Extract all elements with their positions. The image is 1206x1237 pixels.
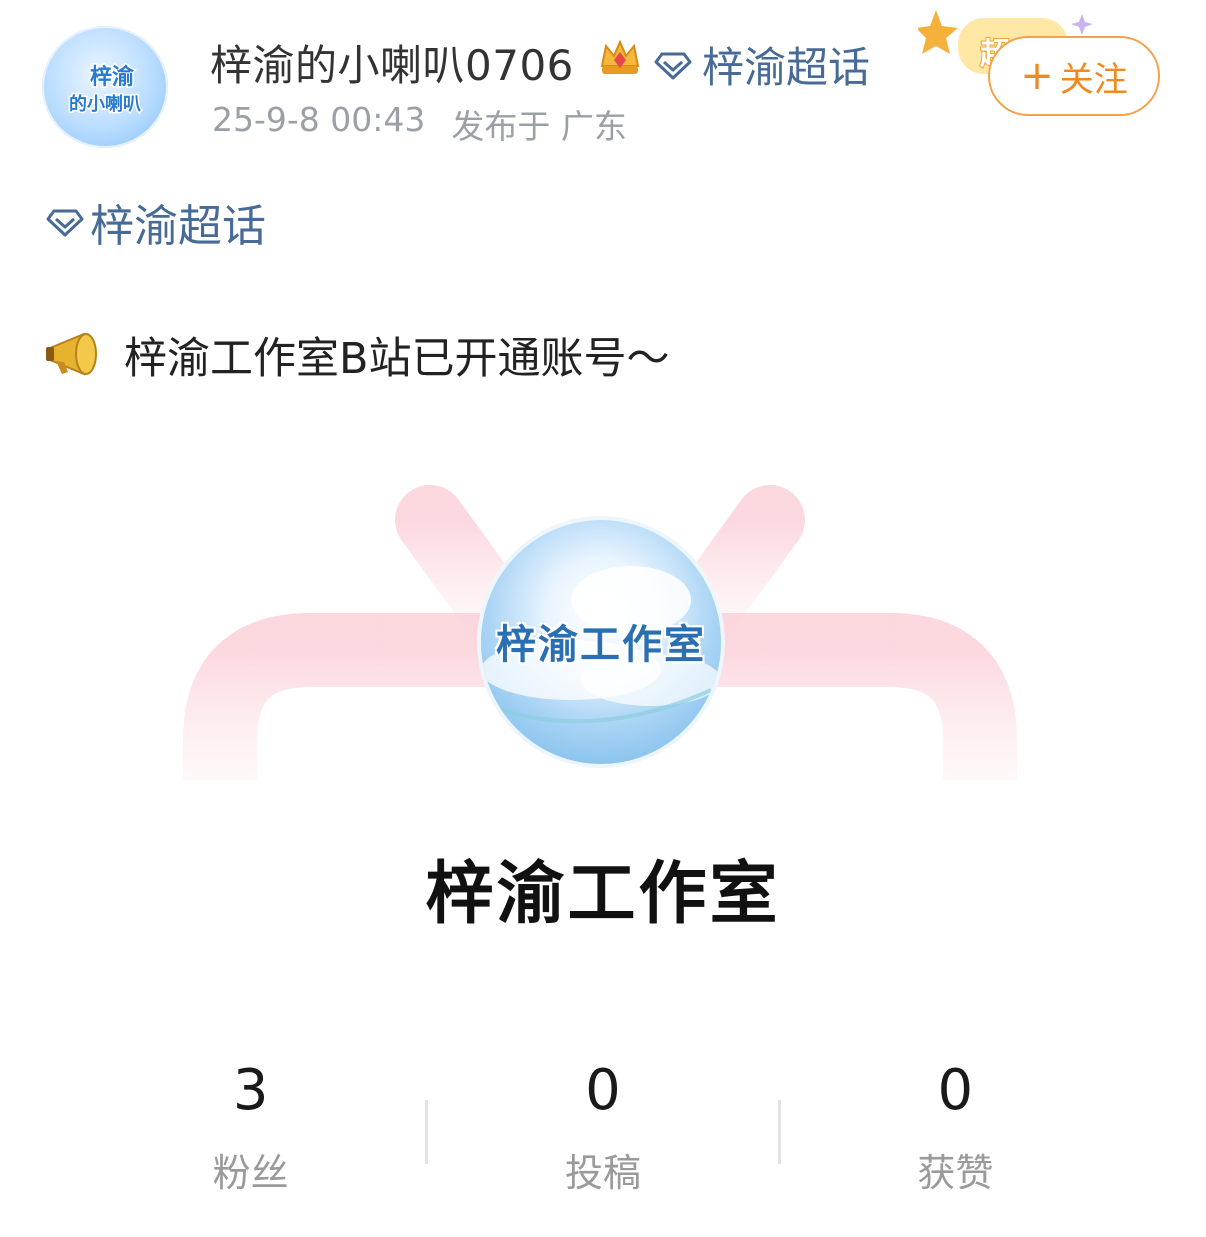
follow-area: 超 + 关注 <box>918 6 1168 124</box>
plus-icon: + <box>1020 53 1054 99</box>
avatar-text-line1: 梓渝 <box>90 64 135 90</box>
stat-value: 3 <box>232 1058 269 1123</box>
stat-submissions: 0 投稿 <box>428 1058 777 1208</box>
card-channel-name[interactable]: 梓渝工作室 <box>0 838 1206 937</box>
stat-label: 获赞 <box>917 1151 994 1195</box>
header-topic-link[interactable]: 梓渝超话 <box>654 34 870 95</box>
author-avatar[interactable]: 梓渝 的小喇叭 <box>42 26 168 148</box>
body-topic-label: 梓渝超话 <box>90 201 266 252</box>
diamond-icon <box>46 209 84 237</box>
post-content: 梓渝工作室B站已开通账号～ <box>44 324 670 386</box>
body-topic-link[interactable]: 梓渝超话 <box>46 190 266 254</box>
stat-value: 0 <box>937 1058 974 1123</box>
follow-label: 关注 <box>1059 59 1128 100</box>
stat-label: 投稿 <box>564 1151 641 1195</box>
post-location: 发布于 广东 <box>451 107 627 146</box>
channel-stats: 3 粉丝 0 投稿 0 获赞 <box>76 1058 1130 1208</box>
avatar-text-line2: 的小喇叭 <box>69 93 141 115</box>
post-meta: 25-9-8 00:43 发布于 广东 <box>212 100 627 148</box>
megaphone-icon <box>46 332 97 376</box>
card-avatar[interactable]: 梓渝工作室 <box>481 520 721 764</box>
post-timestamp: 25-9-8 00:43 <box>212 100 426 139</box>
stat-followers: 3 粉丝 <box>76 1058 425 1208</box>
card-avatar-title: 梓渝工作室 <box>496 622 706 668</box>
diamond-icon <box>654 52 692 79</box>
post-content-text: 梓渝工作室B站已开通账号～ <box>124 334 670 384</box>
stat-likes: 0 获赞 <box>781 1058 1130 1208</box>
author-name[interactable]: 梓渝的小喇叭0706 <box>210 32 574 93</box>
header-topic-label: 梓渝超话 <box>702 43 871 92</box>
crown-icon <box>598 36 642 78</box>
follow-button[interactable]: + 关注 <box>988 36 1160 116</box>
stat-label: 粉丝 <box>212 1151 289 1195</box>
stat-value: 0 <box>585 1058 621 1123</box>
